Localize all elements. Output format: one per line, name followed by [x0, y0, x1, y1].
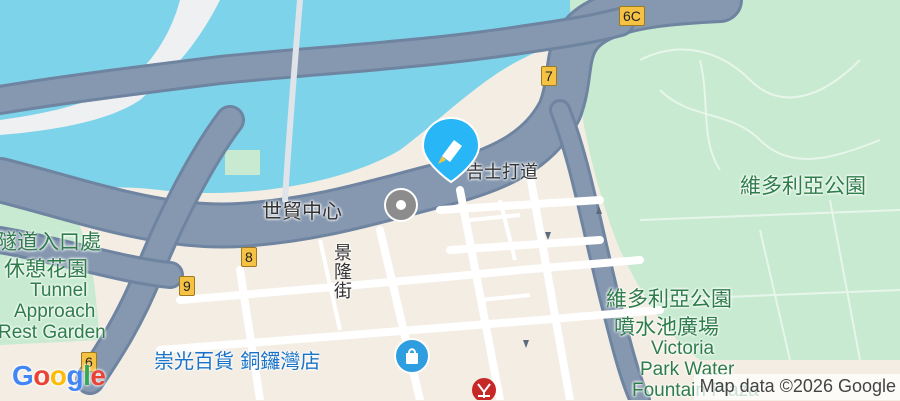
tunnel-garden-label-zh-2: 休憩花園	[4, 257, 88, 281]
route-shield-7: 7	[541, 66, 557, 86]
google-logo-text: Google	[12, 360, 106, 391]
world-trade-centre-label: 世貿中心	[262, 199, 342, 223]
map-canvas[interactable]	[0, 0, 900, 400]
tunnel-garden-label-zh-1: 隧道入口處	[0, 230, 101, 254]
pin-icon[interactable]	[418, 116, 484, 186]
tunnel-garden-label-en-2: Approach	[14, 301, 96, 322]
google-logo: Google	[12, 360, 106, 392]
fountain-plaza-label-zh-2: 噴水池廣場	[614, 315, 719, 339]
circle-icon[interactable]	[384, 188, 418, 222]
shopping-bag-icon[interactable]	[394, 338, 430, 374]
tunnel-garden-label-en-3: Rest Garden	[0, 322, 106, 343]
sogo-label: 崇光百貨 銅鑼灣店	[154, 349, 321, 373]
route-shield-6c: 6C	[619, 6, 645, 26]
map-attribution[interactable]: Map data ©2026 Google	[693, 374, 900, 400]
king-lung-street-label: 景隆街	[331, 243, 352, 300]
fountain-plaza-label-en-1: Victoria	[651, 338, 715, 359]
small-green	[225, 150, 260, 175]
fountain-plaza-label-zh-1: 維多利亞公園	[606, 287, 732, 311]
route-shield-8: 8	[241, 247, 257, 267]
tunnel-garden-label-en-1: Tunnel	[30, 280, 88, 301]
route-shield-9: 9	[179, 276, 195, 296]
victoria-park-label: 維多利亞公園	[740, 174, 866, 198]
